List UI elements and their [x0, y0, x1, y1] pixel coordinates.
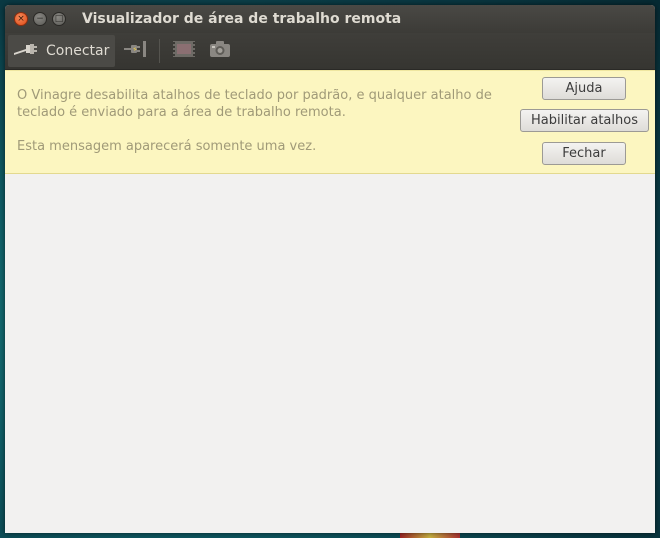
disconnect-button[interactable]: [123, 35, 149, 67]
enable-shortcuts-button[interactable]: Habilitar atalhos: [520, 109, 649, 132]
keyboard-shortcuts-infobar: O Vinagre desabilita atalhos de teclado …: [5, 70, 655, 174]
fullscreen-button[interactable]: [172, 35, 196, 67]
fullscreen-icon: [172, 39, 196, 63]
disconnect-icon: [123, 38, 149, 64]
window-minimize-button[interactable]: −: [33, 12, 47, 26]
toolbar: Conectar: [5, 33, 655, 70]
help-button[interactable]: Ajuda: [542, 77, 626, 100]
window-close-button[interactable]: ×: [14, 12, 28, 26]
title-bar[interactable]: × − □ Visualizador de área de trabalho r…: [5, 5, 655, 33]
infobar-message: O Vinagre desabilita atalhos de teclado …: [17, 87, 517, 155]
infobar-message-line: O Vinagre desabilita atalhos de teclado …: [17, 88, 492, 120]
connect-label: Conectar: [46, 43, 110, 59]
app-window: × − □ Visualizador de área de trabalho r…: [5, 5, 655, 533]
toolbar-separator: [159, 39, 161, 63]
connect-button[interactable]: Conectar: [8, 35, 116, 67]
window-title: Visualizador de área de trabalho remota: [82, 11, 402, 27]
close-infobar-button[interactable]: Fechar: [542, 142, 626, 165]
screenshot-icon: [208, 39, 232, 63]
infobar-message-note: Esta mensagem aparecerá somente uma vez.: [17, 139, 317, 154]
remote-desktop-area: [5, 174, 655, 533]
screenshot-button[interactable]: [208, 35, 232, 67]
window-maximize-button[interactable]: □: [52, 12, 66, 26]
connect-icon: [12, 39, 38, 63]
